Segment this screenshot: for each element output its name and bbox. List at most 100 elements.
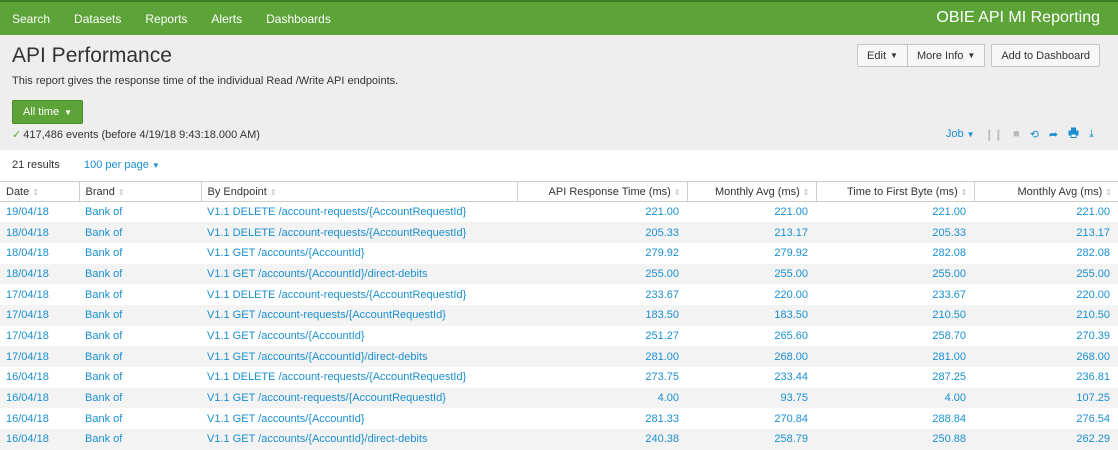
cell-api-response-time[interactable]: 251.27: [517, 325, 687, 347]
cell-monthly-avg-ttfb[interactable]: 221.00: [974, 201, 1118, 223]
col-monthly-avg-ttfb[interactable]: Monthly Avg (ms) ⇕: [974, 181, 1118, 202]
col-brand[interactable]: Brand ⇕: [79, 181, 202, 202]
cell-brand[interactable]: Bank of: [79, 408, 201, 430]
cell-brand[interactable]: Bank of: [79, 367, 201, 388]
cell-endpoint[interactable]: V1.1 GET /account-requests/{AccountReque…: [201, 304, 517, 326]
cell-date[interactable]: 17/04/18: [0, 346, 79, 367]
cell-time-to-first-byte[interactable]: 4.00: [816, 387, 974, 409]
cell-monthly-avg-ttfb[interactable]: 213.17: [974, 222, 1118, 243]
cell-monthly-avg-ttfb[interactable]: 276.54: [974, 408, 1118, 430]
cell-time-to-first-byte[interactable]: 221.00: [816, 201, 974, 223]
col-endpoint[interactable]: By Endpoint ⇕: [201, 181, 518, 202]
cell-monthly-avg-response[interactable]: 255.00: [687, 263, 816, 285]
cell-endpoint[interactable]: V1.1 DELETE /account-requests/{AccountRe…: [201, 284, 517, 305]
col-monthly-avg-response[interactable]: Monthly Avg (ms) ⇕: [687, 181, 817, 202]
cell-monthly-avg-response[interactable]: 233.44: [687, 367, 816, 388]
cell-time-to-first-byte[interactable]: 205.33: [816, 222, 974, 243]
cell-brand[interactable]: Bank of: [79, 387, 201, 409]
cell-brand[interactable]: Bank of: [79, 201, 201, 223]
cell-date[interactable]: 16/04/18: [0, 429, 79, 450]
cell-api-response-time[interactable]: 183.50: [517, 304, 687, 326]
cell-monthly-avg-response[interactable]: 183.50: [687, 304, 816, 326]
cell-date[interactable]: 16/04/18: [0, 408, 79, 430]
cell-endpoint[interactable]: V1.1 DELETE /account-requests/{AccountRe…: [201, 367, 517, 388]
cell-brand[interactable]: Bank of: [79, 284, 201, 305]
cell-endpoint[interactable]: V1.1 GET /accounts/{AccountId}/direct-de…: [201, 429, 517, 450]
cell-brand[interactable]: Bank of: [79, 346, 201, 367]
cell-monthly-avg-ttfb[interactable]: 268.00: [974, 346, 1118, 367]
cell-endpoint[interactable]: V1.1 DELETE /account-requests/{AccountRe…: [201, 222, 517, 243]
cell-endpoint[interactable]: V1.1 GET /accounts/{AccountId}: [201, 408, 517, 430]
export-icon[interactable]: ⤓: [1089, 128, 1094, 141]
cell-api-response-time[interactable]: 4.00: [517, 387, 687, 409]
cell-api-response-time[interactable]: 273.75: [517, 367, 687, 388]
cell-monthly-avg-response[interactable]: 268.00: [687, 346, 816, 367]
cell-api-response-time[interactable]: 240.38: [517, 429, 687, 450]
cell-api-response-time[interactable]: 279.92: [517, 242, 687, 264]
share-icon[interactable]: ➦: [1049, 128, 1058, 141]
stop-icon[interactable]: ■: [1013, 128, 1020, 140]
cell-time-to-first-byte[interactable]: 281.00: [816, 346, 974, 367]
per-page-selector[interactable]: 100 per page ▼: [84, 159, 160, 171]
job-menu[interactable]: Job ▼: [946, 128, 975, 140]
col-date[interactable]: Date ⇕: [0, 181, 80, 202]
cell-monthly-avg-ttfb[interactable]: 220.00: [974, 284, 1118, 305]
cell-monthly-avg-ttfb[interactable]: 262.29: [974, 429, 1118, 450]
nav-reports[interactable]: Reports: [133, 12, 199, 26]
cell-time-to-first-byte[interactable]: 282.08: [816, 242, 974, 264]
nav-alerts[interactable]: Alerts: [199, 12, 254, 26]
cell-date[interactable]: 18/04/18: [0, 242, 79, 264]
cell-monthly-avg-response[interactable]: 265.60: [687, 325, 816, 347]
cell-endpoint[interactable]: V1.1 GET /accounts/{AccountId}/direct-de…: [201, 346, 517, 367]
cell-monthly-avg-ttfb[interactable]: 270.39: [974, 325, 1118, 347]
cell-time-to-first-byte[interactable]: 287.25: [816, 367, 974, 388]
col-api-response-time[interactable]: API Response Time (ms) ⇕: [517, 181, 688, 202]
cell-date[interactable]: 16/04/18: [0, 387, 79, 409]
refresh-icon[interactable]: ⟲: [1030, 128, 1039, 141]
cell-brand[interactable]: Bank of: [79, 222, 201, 243]
cell-time-to-first-byte[interactable]: 288.84: [816, 408, 974, 430]
cell-time-to-first-byte[interactable]: 233.67: [816, 284, 974, 305]
cell-date[interactable]: 16/04/18: [0, 367, 79, 388]
cell-brand[interactable]: Bank of: [79, 429, 201, 450]
pause-icon[interactable]: ❙❙: [985, 128, 1003, 141]
cell-api-response-time[interactable]: 255.00: [517, 263, 687, 285]
cell-monthly-avg-response[interactable]: 221.00: [687, 201, 816, 223]
cell-monthly-avg-ttfb[interactable]: 255.00: [974, 263, 1118, 285]
nav-dashboards[interactable]: Dashboards: [254, 12, 343, 26]
cell-time-to-first-byte[interactable]: 255.00: [816, 263, 974, 285]
cell-monthly-avg-response[interactable]: 93.75: [687, 387, 816, 409]
col-time-to-first-byte[interactable]: Time to First Byte (ms) ⇕: [816, 181, 975, 202]
cell-brand[interactable]: Bank of: [79, 304, 201, 326]
cell-monthly-avg-ttfb[interactable]: 210.50: [974, 304, 1118, 326]
print-icon[interactable]: [1068, 127, 1079, 141]
cell-time-to-first-byte[interactable]: 258.70: [816, 325, 974, 347]
cell-monthly-avg-response[interactable]: 220.00: [687, 284, 816, 305]
cell-brand[interactable]: Bank of: [79, 263, 201, 285]
cell-endpoint[interactable]: V1.1 GET /accounts/{AccountId}/direct-de…: [201, 263, 517, 285]
cell-monthly-avg-response[interactable]: 279.92: [687, 242, 816, 264]
cell-date[interactable]: 17/04/18: [0, 304, 79, 326]
cell-date[interactable]: 17/04/18: [0, 325, 79, 347]
cell-api-response-time[interactable]: 221.00: [517, 201, 687, 223]
cell-date[interactable]: 18/04/18: [0, 263, 79, 285]
cell-monthly-avg-ttfb[interactable]: 236.81: [974, 367, 1118, 388]
cell-monthly-avg-response[interactable]: 270.84: [687, 408, 816, 430]
cell-monthly-avg-response[interactable]: 213.17: [687, 222, 816, 243]
cell-brand[interactable]: Bank of: [79, 242, 201, 264]
cell-time-to-first-byte[interactable]: 210.50: [816, 304, 974, 326]
cell-api-response-time[interactable]: 281.33: [517, 408, 687, 430]
add-to-dashboard-button[interactable]: Add to Dashboard: [991, 44, 1100, 67]
more-info-button[interactable]: More Info ▼: [906, 44, 986, 67]
nav-search[interactable]: Search: [0, 12, 62, 26]
cell-endpoint[interactable]: V1.1 GET /account-requests/{AccountReque…: [201, 387, 517, 409]
cell-time-to-first-byte[interactable]: 250.88: [816, 429, 974, 450]
cell-api-response-time[interactable]: 281.00: [517, 346, 687, 367]
nav-datasets[interactable]: Datasets: [62, 12, 133, 26]
cell-monthly-avg-ttfb[interactable]: 282.08: [974, 242, 1118, 264]
cell-monthly-avg-response[interactable]: 258.79: [687, 429, 816, 450]
time-range-picker[interactable]: All time ▼: [12, 100, 83, 124]
cell-monthly-avg-ttfb[interactable]: 107.25: [974, 387, 1118, 409]
cell-endpoint[interactable]: V1.1 GET /accounts/{AccountId}: [201, 325, 517, 347]
cell-api-response-time[interactable]: 233.67: [517, 284, 687, 305]
